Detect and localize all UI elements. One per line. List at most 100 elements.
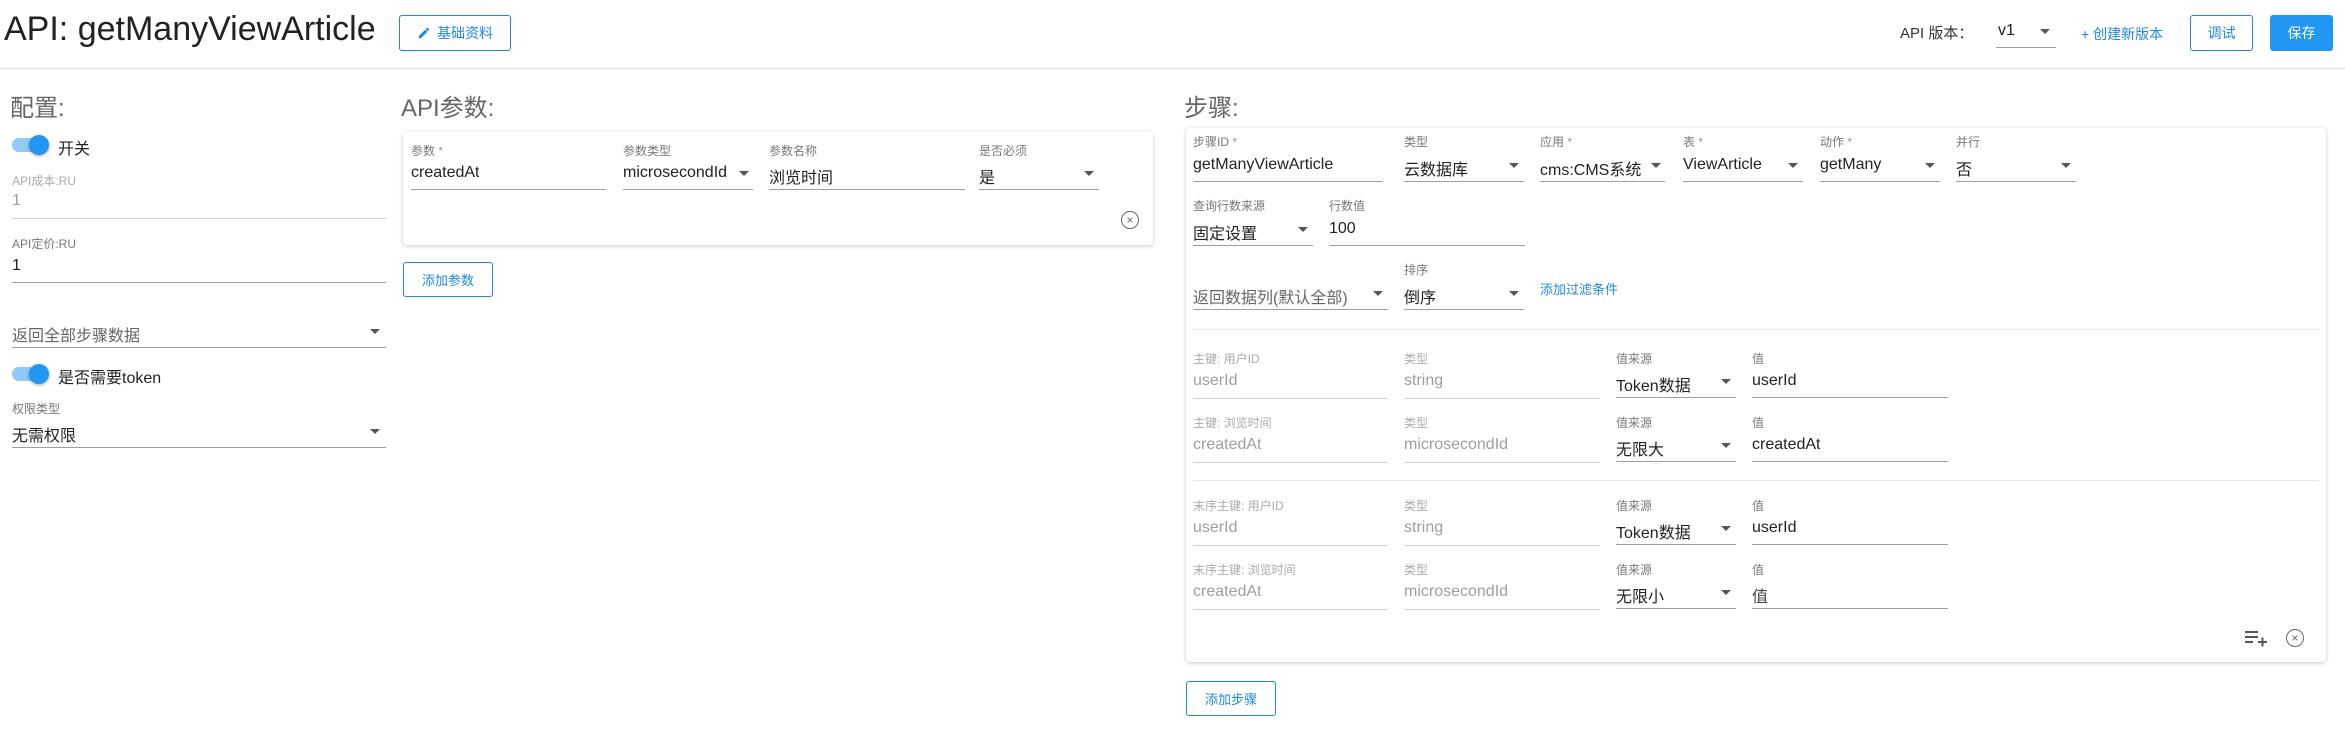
value-input[interactable]: createdAt <box>1752 430 1948 462</box>
api-version-underline <box>1996 47 2056 48</box>
remove-step-icon[interactable]: × <box>2286 629 2304 647</box>
param-name-label: 参数名称 <box>769 144 818 158</box>
key-type-label: 类型 <box>1404 563 1429 577</box>
key-value: userId <box>1193 372 1238 389</box>
param-type-label: 参数类型 <box>623 144 672 158</box>
create-version-button[interactable]: + 创建新版本 <box>2081 24 2163 44</box>
step-action-select[interactable]: getMany <box>1820 150 1940 182</box>
value-source-select[interactable]: 无限大 <box>1616 430 1736 462</box>
config-title: 配置: <box>10 95 65 122</box>
value-input[interactable]: userId <box>1752 366 1948 398</box>
param-value: createdAt <box>411 164 480 181</box>
value-value: createdAt <box>1752 436 1821 453</box>
param-type-value: microsecondId <box>623 164 728 181</box>
playlist-add-icon[interactable] <box>2244 628 2268 648</box>
permission-label: 权限类型 <box>12 402 61 416</box>
param-required-select[interactable]: 是 <box>979 158 1099 190</box>
need-token-knob <box>29 364 49 384</box>
api-version-select[interactable]: v1 <box>1996 16 2056 48</box>
save-button[interactable]: 保存 <box>2270 15 2333 51</box>
value-source-underline <box>1616 544 1736 545</box>
step-action-value: getMany <box>1820 156 1882 173</box>
caret-down-icon <box>2061 163 2071 168</box>
permission-underline <box>12 447 386 448</box>
key-label: 末序主键: 浏览时间 <box>1193 563 1296 577</box>
basic-info-button[interactable]: 基础资料 <box>399 15 511 51</box>
value-source-select[interactable]: Token数据 <box>1616 513 1736 545</box>
caret-down-icon <box>1721 526 1731 531</box>
switch-label: 开关 <box>58 141 91 158</box>
value-placeholder: 值 <box>1752 589 1769 606</box>
caret-down-icon <box>370 329 380 334</box>
value-label: 值 <box>1752 499 1765 513</box>
step-table-select[interactable]: ViewArticle <box>1683 150 1803 182</box>
value-source-select[interactable]: 无限小 <box>1616 577 1736 609</box>
page-title: API: getManyViewArticle <box>4 10 376 48</box>
value-source-value: Token数据 <box>1616 378 1691 395</box>
api-version-value: v1 <box>1998 22 2015 39</box>
param-type-select[interactable]: microsecondId <box>623 158 753 190</box>
value-underline <box>1752 461 1948 462</box>
value-source-underline <box>1616 397 1736 398</box>
key-type-underline <box>1404 609 1600 610</box>
value-input[interactable]: 值 <box>1752 577 1948 609</box>
step-parallel-underline <box>1956 181 2076 182</box>
need-token-label: 是否需要token <box>58 370 162 387</box>
caret-down-icon <box>1084 171 1094 176</box>
api-version-label: API 版本： <box>1900 25 1974 42</box>
key-type-label: 类型 <box>1404 499 1429 513</box>
param-name-input[interactable]: 浏览时间 <box>769 158 965 190</box>
key-underline <box>1193 398 1388 399</box>
param-label: 参数 * <box>411 144 444 158</box>
debug-button[interactable]: 调试 <box>2190 15 2253 51</box>
value-label: 值 <box>1752 563 1765 577</box>
step-kind-label: 类型 <box>1404 135 1429 149</box>
sort-label: 排序 <box>1404 263 1429 277</box>
value-source-label: 值来源 <box>1616 499 1653 513</box>
param-required-label: 是否必须 <box>979 144 1028 158</box>
step-card: 步骤ID * getManyViewArticle 类型 云数据库 应用 * c… <box>1186 128 2326 662</box>
row-count-input[interactable]: 100 <box>1329 214 1525 246</box>
need-token-toggle[interactable] <box>12 363 52 385</box>
add-param-button[interactable]: 添加参数 <box>403 262 493 297</box>
step-table-value: ViewArticle <box>1683 156 1762 173</box>
step-parallel-select[interactable]: 否 <box>1956 150 2076 182</box>
param-name-underline <box>769 189 965 190</box>
remove-param-icon[interactable]: × <box>1121 211 1139 229</box>
permission-value: 无需权限 <box>12 428 77 445</box>
sort-select[interactable]: 倒序 <box>1404 278 1524 310</box>
key-underline <box>1193 609 1388 610</box>
key-label: 末序主键: 用户ID <box>1193 499 1284 513</box>
permission-select[interactable]: 无需权限 <box>12 416 386 448</box>
value-underline <box>1752 544 1948 545</box>
add-step-button[interactable]: 添加步骤 <box>1186 681 1276 716</box>
return-cols-value: 返回数据列(默认全部) <box>1193 290 1348 307</box>
key-type-value: string <box>1404 519 1444 536</box>
key-type-value: microsecondId <box>1404 436 1509 453</box>
value-source-select[interactable]: Token数据 <box>1616 366 1736 398</box>
api-price-field[interactable]: 1 <box>12 252 386 284</box>
basic-info-label: 基础资料 <box>437 25 493 41</box>
caret-down-icon <box>2040 29 2050 34</box>
return-steps-select[interactable]: 返回全部步骤数据 <box>12 316 386 348</box>
return-cols-select[interactable]: 返回数据列(默认全部) <box>1193 278 1388 310</box>
value-source-underline <box>1616 461 1736 462</box>
section-divider <box>1193 329 2319 330</box>
step-id-input[interactable]: getManyViewArticle <box>1193 150 1383 182</box>
switch-toggle[interactable] <box>12 134 52 156</box>
add-filter-button[interactable]: 添加过滤条件 <box>1540 279 1618 298</box>
step-kind-select[interactable]: 云数据库 <box>1404 150 1524 182</box>
step-app-select[interactable]: cms:CMS系统 <box>1540 150 1665 182</box>
key-type-label: 类型 <box>1404 352 1429 366</box>
param-name-value: 浏览时间 <box>769 170 834 187</box>
row-source-select[interactable]: 固定设置 <box>1193 214 1313 246</box>
param-underline <box>411 189 606 190</box>
step-parallel-value: 否 <box>1956 162 1973 179</box>
key-underline <box>1193 462 1388 463</box>
param-input[interactable]: createdAt <box>411 158 606 190</box>
param-required-value: 是 <box>979 170 996 187</box>
return-steps-value: 返回全部步骤数据 <box>12 328 141 345</box>
row-count-value: 100 <box>1329 220 1356 237</box>
value-input[interactable]: userId <box>1752 513 1948 545</box>
caret-down-icon <box>739 171 749 176</box>
